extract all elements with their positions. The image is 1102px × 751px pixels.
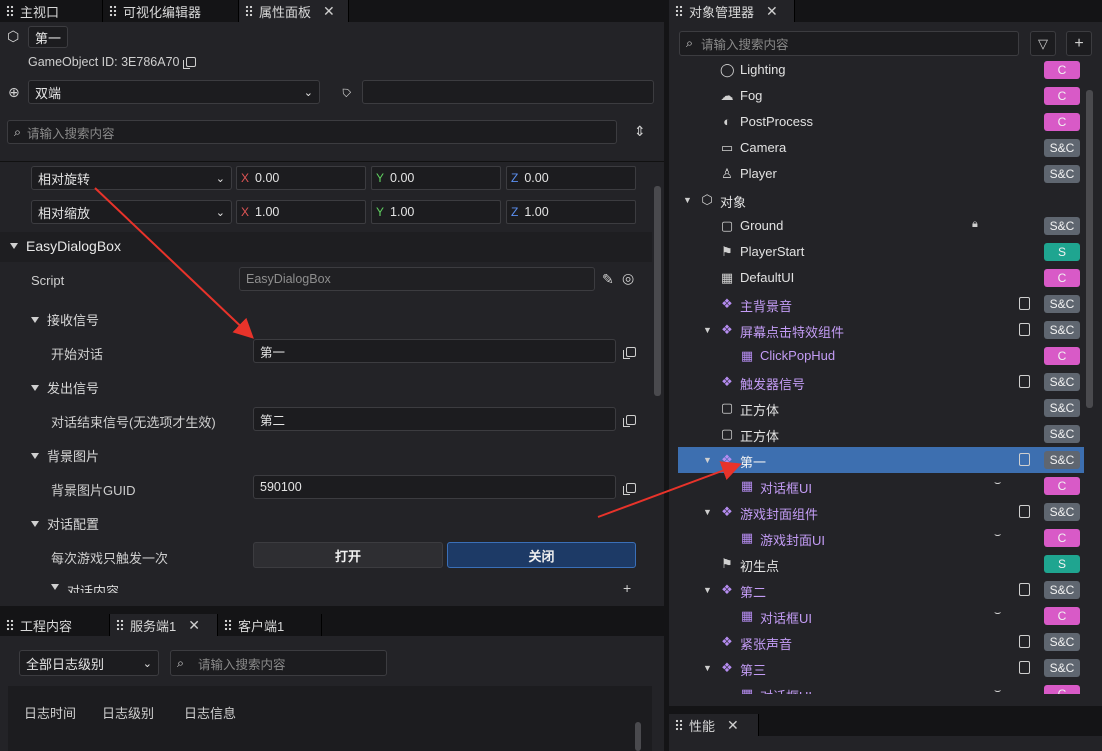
annotation-arrows bbox=[94, 187, 742, 518]
arrow-line bbox=[597, 461, 742, 518]
arrow-line bbox=[94, 187, 254, 339]
